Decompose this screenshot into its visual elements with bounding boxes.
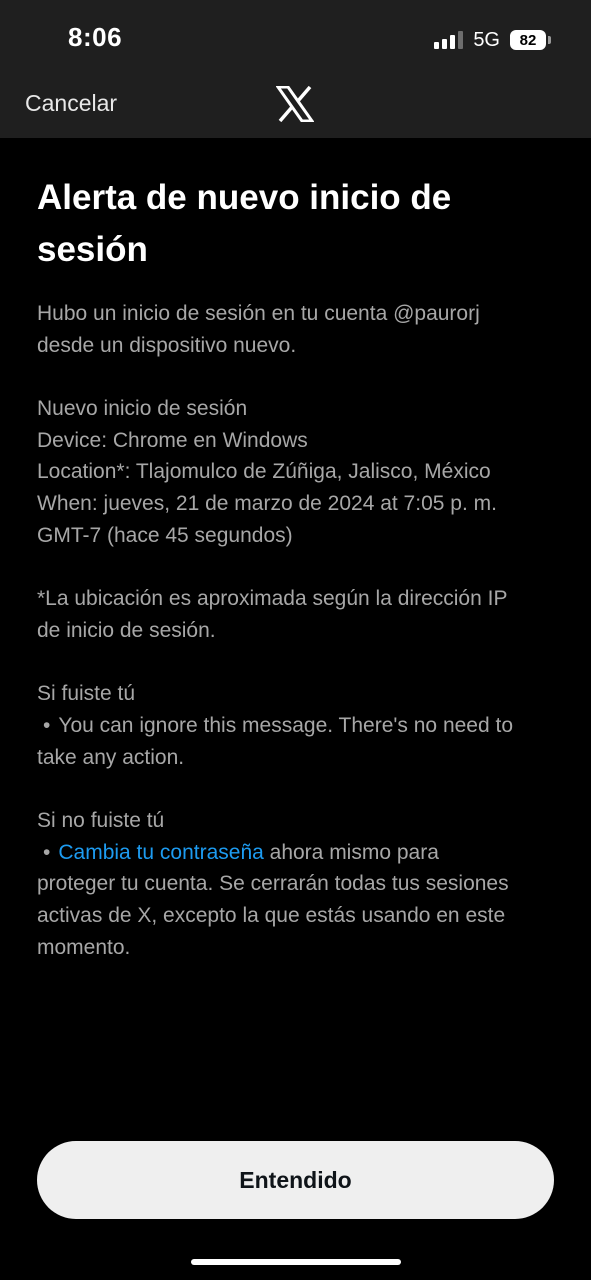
- when-detail: GMT-7 (hace 45 segundos): [37, 523, 293, 547]
- cancel-button[interactable]: Cancelar: [25, 90, 117, 117]
- x-logo-icon: [276, 86, 314, 122]
- bullet: •: [43, 840, 51, 864]
- if-not-you-section: Si no fuiste tú • Cambia tu contraseña ah…: [37, 805, 557, 963]
- if-you-text: You can ignore this message. There's no …: [58, 713, 514, 737]
- battery-tip: [548, 36, 551, 44]
- location-detail: Location*: Tlajomulco de Zúñiga, Jalisco…: [37, 460, 491, 484]
- top-bar: 8:06 5G 82 Cancelar: [0, 0, 591, 138]
- status-icons: 5G 82: [434, 28, 551, 52]
- title-line: sesión: [37, 230, 148, 269]
- if-not-you-text: proteger tu cuenta. Se cerrarán todas tu…: [37, 872, 509, 896]
- note-line: *La ubicación es aproximada según la dir…: [37, 587, 508, 611]
- if-not-you-heading: Si no fuiste tú: [37, 809, 165, 833]
- if-not-you-text: activas de X, excepto la que estás usand…: [37, 903, 506, 927]
- if-not-you-line: • Cambia tu contraseña ahora mismo para: [37, 837, 557, 869]
- if-not-you-text: ahora mismo para: [263, 840, 439, 864]
- battery-level: 82: [519, 31, 537, 49]
- home-indicator[interactable]: [191, 1259, 401, 1265]
- battery-icon: 82: [510, 30, 546, 50]
- network-label: 5G: [473, 28, 500, 51]
- login-details: Nuevo inicio de sesión Device: Chrome en…: [37, 393, 557, 551]
- if-you-heading: Si fuiste tú: [37, 682, 136, 706]
- understood-button[interactable]: Entendido: [37, 1141, 554, 1219]
- title-line: Alerta de nuevo inicio de: [37, 178, 452, 217]
- if-you-section: Si fuiste tú • You can ignore this messag…: [37, 678, 557, 773]
- change-password-link[interactable]: Cambia tu contraseña: [58, 841, 263, 864]
- when-detail: When: jueves, 21 de marzo de 2024 at 7:0…: [37, 491, 497, 515]
- signal-icon: [434, 31, 464, 49]
- page-title: Alerta de nuevo inicio de sesión: [37, 172, 557, 276]
- note-line: de inicio de sesión.: [37, 618, 216, 642]
- bullet: •: [43, 713, 51, 737]
- if-you-text: take any action.: [37, 745, 185, 769]
- if-you-line: • You can ignore this message. There's no…: [37, 710, 557, 742]
- alert-content: Alerta de nuevo inicio de sesión Hubo un…: [37, 172, 557, 995]
- status-time: 8:06: [68, 22, 123, 52]
- details-heading: Nuevo inicio de sesión: [37, 397, 248, 421]
- device-detail: Device: Chrome en Windows: [37, 428, 308, 452]
- intro-line: desde un dispositivo nuevo.: [37, 333, 297, 357]
- if-not-you-text: momento.: [37, 935, 131, 959]
- intro-line: Hubo un inicio de sesión en tu cuenta @p…: [37, 302, 480, 325]
- location-note: *La ubicación es aproximada según la dir…: [37, 583, 557, 646]
- intro-text: Hubo un inicio de sesión en tu cuenta @p…: [37, 298, 557, 361]
